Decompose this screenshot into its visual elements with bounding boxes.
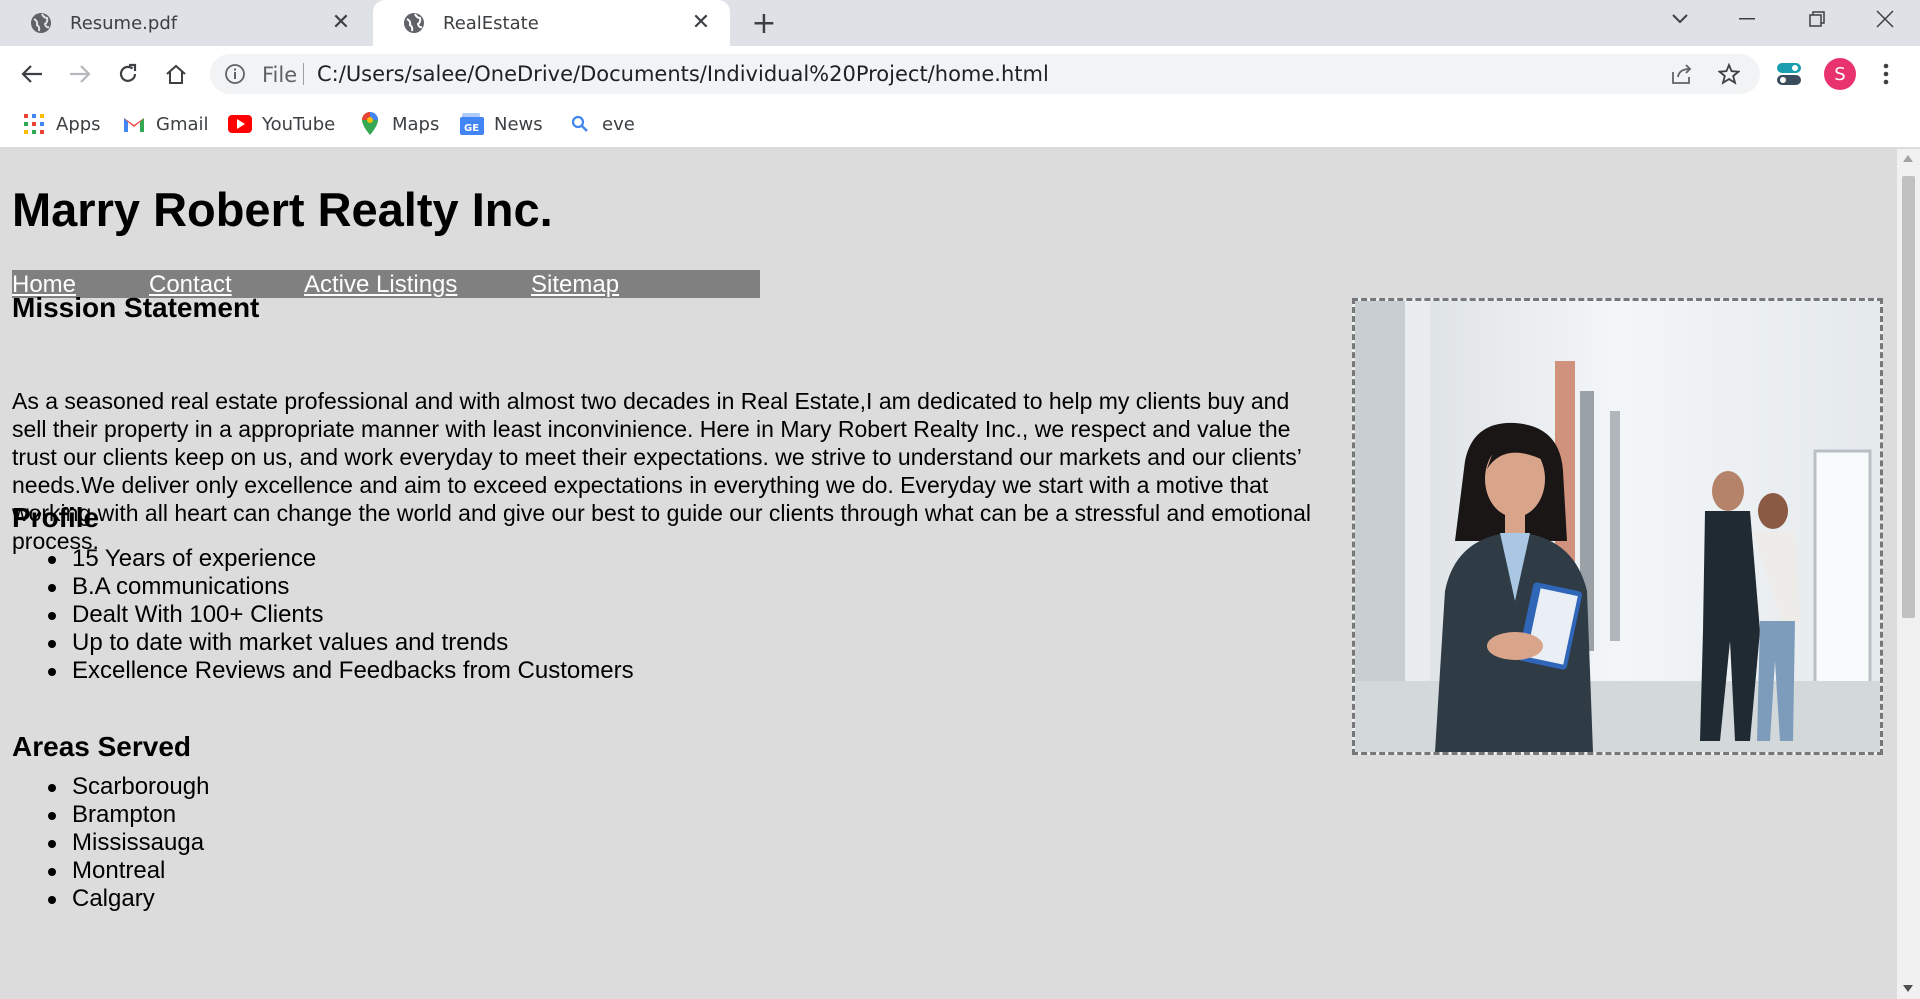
areas-list: Scarborough Brampton Mississauga Montrea… (47, 773, 210, 913)
address-bar[interactable]: File C:/Users/salee/OneDrive/Documents/I… (210, 54, 1760, 94)
close-tab-icon[interactable]: ✕ (330, 10, 352, 35)
list-item: B.A communications (48, 573, 634, 601)
mission-heading: Mission Statement (12, 292, 260, 323)
more-menu-icon[interactable] (1874, 60, 1898, 88)
bookmark-news[interactable]: GE News (460, 110, 543, 138)
reload-button[interactable] (110, 56, 146, 92)
bookmark-label: Apps (56, 113, 101, 135)
site-title: Marry Robert Realty Inc. (12, 183, 553, 236)
bookmark-apps[interactable]: Apps (22, 110, 101, 138)
divider (303, 63, 304, 85)
scheme-label: File (262, 63, 298, 87)
realtor-photo (1352, 298, 1883, 755)
back-button[interactable] (14, 56, 50, 92)
nav-link-sitemap[interactable]: Sitemap (531, 271, 619, 299)
bookmark-label: Maps (392, 113, 440, 135)
youtube-icon (228, 112, 252, 136)
minimize-button[interactable] (1712, 0, 1782, 38)
home-button[interactable] (158, 56, 194, 92)
apps-grid-icon (22, 112, 46, 136)
scroll-down-arrow-icon[interactable] (1903, 985, 1913, 992)
url-text[interactable]: C:/Users/salee/OneDrive/Documents/Indivi… (317, 62, 1049, 86)
forward-button[interactable] (62, 56, 98, 92)
list-item: Excellence Reviews and Feedbacks from Cu… (48, 657, 634, 684)
bookmark-star-icon[interactable] (1718, 63, 1740, 85)
svg-text:GE: GE (464, 123, 479, 134)
list-item: Dealt With 100+ Clients (48, 601, 634, 629)
search-icon (568, 112, 592, 136)
reload-icon (119, 63, 137, 82)
tab-resume[interactable]: Resume.pdf ✕ (0, 0, 370, 46)
home-icon (166, 64, 186, 84)
bookmark-maps[interactable]: Maps (358, 110, 439, 138)
list-item: Scarborough (47, 773, 210, 800)
mission-text: As a seasoned real estate professional a… (12, 388, 1311, 554)
page-viewport: Marry Robert Realty Inc. Home Contact Ac… (0, 149, 1897, 999)
close-tab-icon[interactable]: ✕ (690, 10, 712, 35)
bookmark-label: eve (602, 113, 635, 135)
scrollbar-thumb[interactable] (1902, 176, 1915, 618)
restore-button[interactable] (1782, 0, 1852, 38)
scroll-up-arrow-icon[interactable] (1903, 155, 1913, 162)
tab-label: RealEstate (443, 12, 539, 34)
bookmark-gmail[interactable]: Gmail (122, 110, 209, 138)
extension-icon[interactable] (1776, 62, 1802, 86)
bookmark-label: Gmail (156, 113, 209, 135)
close-window-button[interactable] (1850, 0, 1920, 38)
list-item: Montreal (47, 857, 209, 885)
new-tab-button[interactable]: + (748, 6, 780, 41)
areas-heading: Areas Served (12, 731, 192, 762)
forward-arrow-icon (70, 65, 91, 83)
profile-list: 15 Years of experience B.A communication… (48, 545, 634, 685)
info-icon[interactable] (224, 63, 246, 85)
tab-label: Resume.pdf (70, 12, 178, 34)
share-icon[interactable] (1670, 63, 1694, 85)
globe-icon (404, 13, 424, 33)
tab-search-icon[interactable] (1645, 0, 1715, 38)
list-item: Up to date with market values and trends (48, 629, 634, 657)
list-item: Calgary (47, 885, 209, 913)
vertical-scrollbar[interactable] (1897, 149, 1920, 999)
profile-avatar[interactable]: S (1824, 58, 1856, 90)
bookmark-eve[interactable]: eve (568, 110, 635, 138)
maps-pin-icon (358, 112, 382, 136)
profile-heading: Profile (12, 502, 100, 533)
list-item: 15 Years of experience (48, 545, 634, 573)
globe-icon (31, 13, 51, 33)
gmail-icon (122, 112, 146, 136)
tab-realestate[interactable]: RealEstate ✕ (373, 0, 730, 46)
bookmark-label: News (494, 113, 543, 135)
browser-toolbar: File C:/Users/salee/OneDrive/Documents/I… (0, 46, 1920, 102)
news-icon: GE (460, 112, 484, 136)
list-item: Mississauga (47, 829, 209, 857)
nav-link-active-listings[interactable]: Active Listings (304, 271, 457, 299)
back-arrow-icon (21, 65, 42, 83)
list-item: Brampton (47, 801, 209, 829)
bookmarks-bar: Apps Gmail YouTube Maps GE News eve (0, 102, 1920, 148)
bookmark-label: YouTube (262, 113, 336, 135)
tab-strip: Resume.pdf ✕ RealEstate ✕ + (0, 0, 1920, 46)
bookmark-youtube[interactable]: YouTube (228, 110, 335, 138)
